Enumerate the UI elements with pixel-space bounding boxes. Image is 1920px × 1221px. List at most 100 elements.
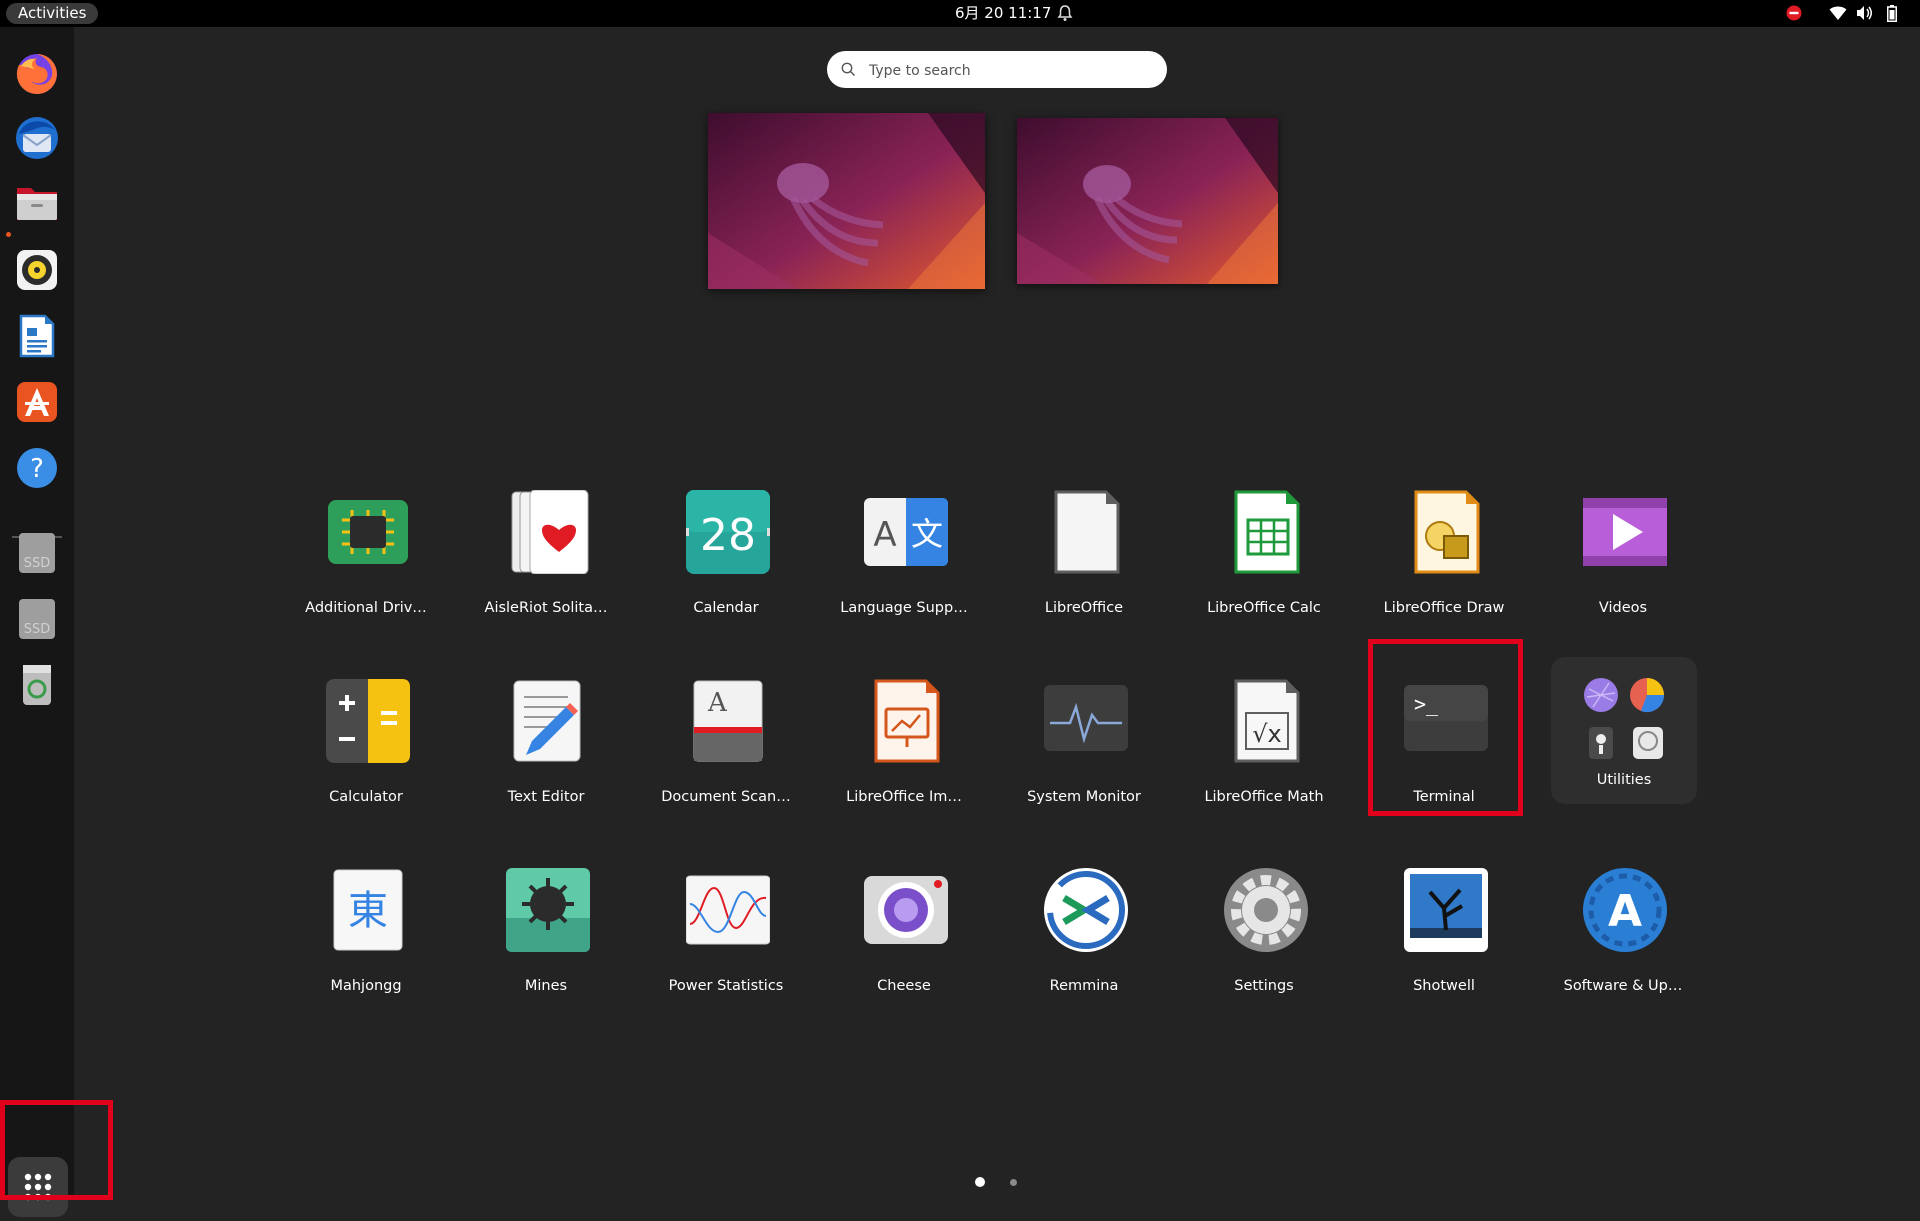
libreoffice-math-icon: √x bbox=[1234, 679, 1300, 763]
running-indicator bbox=[6, 232, 11, 237]
libreoffice-draw-icon bbox=[1414, 490, 1480, 574]
app-document-scanner[interactable]: A Document Scan… bbox=[651, 659, 801, 829]
app-mines[interactable]: Mines bbox=[471, 848, 621, 1018]
workspace-thumbnail-1[interactable] bbox=[708, 113, 985, 289]
app-folder-utilities[interactable]: Utilities bbox=[1551, 657, 1697, 804]
app-label: LibreOffice bbox=[1044, 600, 1124, 616]
system-monitor-icon bbox=[1044, 685, 1128, 751]
app-calculator[interactable]: Calculator bbox=[291, 659, 441, 829]
page-indicator-1[interactable] bbox=[975, 1177, 985, 1187]
app-label: Power Statistics bbox=[668, 978, 784, 994]
clock[interactable]: 6月 20 11:17 bbox=[955, 0, 1051, 27]
app-label: Software & Up… bbox=[1563, 978, 1683, 994]
app-language-support[interactable]: A 文 Language Supp… bbox=[829, 470, 979, 640]
app-libreoffice-calc[interactable]: LibreOffice Calc bbox=[1189, 470, 1339, 640]
app-label: AisleRiot Solita… bbox=[484, 600, 608, 616]
chip-icon bbox=[328, 500, 408, 564]
software-updater-icon: A bbox=[1583, 868, 1667, 952]
software-updater-glyph: A bbox=[1608, 886, 1642, 937]
top-bar: Activities 6月 20 11:17 bbox=[0, 0, 1920, 27]
ssd-label: SSD bbox=[23, 622, 51, 637]
app-settings[interactable]: Settings bbox=[1189, 848, 1339, 1018]
files-icon[interactable] bbox=[13, 180, 61, 228]
app-label: Document Scan… bbox=[661, 789, 791, 805]
app-label: Calculator bbox=[329, 789, 403, 805]
app-label: Mines bbox=[524, 978, 568, 994]
ssd-drive-icon[interactable]: SSD bbox=[13, 529, 61, 577]
app-libreoffice[interactable]: LibreOffice bbox=[1009, 470, 1159, 640]
calendar-day: 28 bbox=[700, 510, 756, 561]
libreoffice-calc-icon bbox=[1234, 490, 1300, 574]
app-label: Text Editor bbox=[507, 789, 585, 805]
search-bar[interactable] bbox=[827, 51, 1167, 90]
app-software-updater[interactable]: A Software & Up… bbox=[1548, 848, 1698, 1018]
app-label: Language Supp… bbox=[840, 600, 968, 616]
app-remmina[interactable]: Remmina bbox=[1009, 848, 1159, 1018]
firefox-icon[interactable] bbox=[13, 50, 61, 98]
cards-icon bbox=[511, 490, 589, 574]
gear-icon bbox=[1224, 868, 1308, 952]
mahjongg-icon: 東 bbox=[333, 869, 403, 951]
text-editor-icon bbox=[513, 680, 581, 762]
app-label: Videos bbox=[1598, 600, 1648, 616]
libreoffice-icon bbox=[1054, 490, 1120, 574]
app-label: LibreOffice Im… bbox=[846, 789, 962, 805]
app-label: Utilities bbox=[1596, 772, 1652, 788]
shotwell-icon bbox=[1404, 868, 1488, 952]
remmina-icon bbox=[1044, 868, 1128, 952]
app-system-monitor[interactable]: System Monitor bbox=[1009, 659, 1159, 829]
alarm-icon bbox=[1057, 5, 1073, 21]
language-icon: A 文 bbox=[864, 498, 948, 566]
app-label: Mahjongg bbox=[330, 978, 402, 994]
app-shotwell[interactable]: Shotwell bbox=[1369, 848, 1519, 1018]
app-power-statistics[interactable]: Power Statistics bbox=[651, 848, 801, 1018]
app-text-editor[interactable]: Text Editor bbox=[471, 659, 621, 829]
calendar-icon: 28 bbox=[686, 490, 770, 574]
app-libreoffice-impress[interactable]: LibreOffice Im… bbox=[829, 659, 979, 829]
app-libreoffice-draw[interactable]: LibreOffice Draw bbox=[1369, 470, 1519, 640]
language-glyph-a: A bbox=[873, 515, 896, 555]
math-glyph: √x bbox=[1252, 720, 1282, 748]
document-scanner-icon: A bbox=[693, 680, 763, 762]
highlight-box-show-apps bbox=[0, 1100, 113, 1200]
app-videos[interactable]: Videos bbox=[1548, 470, 1698, 640]
app-label: Settings bbox=[1234, 978, 1294, 994]
wifi-icon[interactable] bbox=[1829, 5, 1847, 21]
ssd-drive-icon[interactable]: SSD bbox=[13, 595, 61, 643]
language-glyph-b: 文 bbox=[911, 515, 943, 553]
mahjongg-glyph: 東 bbox=[348, 888, 388, 934]
utilities-folder-icon bbox=[1584, 678, 1665, 759]
app-label: LibreOffice Math bbox=[1204, 789, 1324, 805]
app-calendar[interactable]: 28 Calendar bbox=[651, 470, 801, 640]
videos-icon bbox=[1583, 498, 1667, 566]
volume-icon[interactable] bbox=[1856, 5, 1874, 21]
libreoffice-writer-icon[interactable] bbox=[13, 312, 61, 360]
scanner-glyph: A bbox=[707, 688, 728, 718]
trash-icon[interactable] bbox=[13, 661, 61, 709]
search-icon bbox=[841, 62, 855, 76]
highlight-box-terminal bbox=[1368, 639, 1523, 816]
libreoffice-impress-icon bbox=[874, 679, 940, 763]
app-cheese[interactable]: Cheese bbox=[829, 848, 979, 1018]
page-indicator-2[interactable] bbox=[1010, 1179, 1017, 1186]
activities-button[interactable]: Activities bbox=[6, 3, 99, 24]
app-additional-drivers[interactable]: Additional Driv… bbox=[291, 470, 441, 640]
app-aisleriot-solitaire[interactable]: AisleRiot Solita… bbox=[471, 470, 621, 640]
app-mahjongg[interactable]: 東 Mahjongg bbox=[291, 848, 441, 1018]
app-center-icon[interactable] bbox=[13, 378, 61, 426]
search-input[interactable] bbox=[867, 51, 1151, 90]
help-icon[interactable]: ? bbox=[13, 444, 61, 492]
workspace-thumbnail-2[interactable] bbox=[1017, 118, 1278, 284]
rhythmbox-icon[interactable] bbox=[13, 246, 61, 294]
dock: ? SSD SSD bbox=[0, 27, 74, 1217]
thunderbird-icon[interactable] bbox=[13, 114, 61, 162]
battery-icon[interactable] bbox=[1887, 5, 1897, 22]
calculator-icon bbox=[326, 679, 410, 763]
app-label: LibreOffice Draw bbox=[1383, 600, 1505, 616]
power-statistics-icon bbox=[686, 875, 770, 945]
mines-icon bbox=[506, 868, 590, 952]
ssd-label: SSD bbox=[23, 556, 51, 571]
app-label: Calendar bbox=[693, 600, 759, 616]
app-libreoffice-math[interactable]: √x LibreOffice Math bbox=[1189, 659, 1339, 829]
do-not-disturb-icon[interactable] bbox=[1786, 5, 1802, 21]
